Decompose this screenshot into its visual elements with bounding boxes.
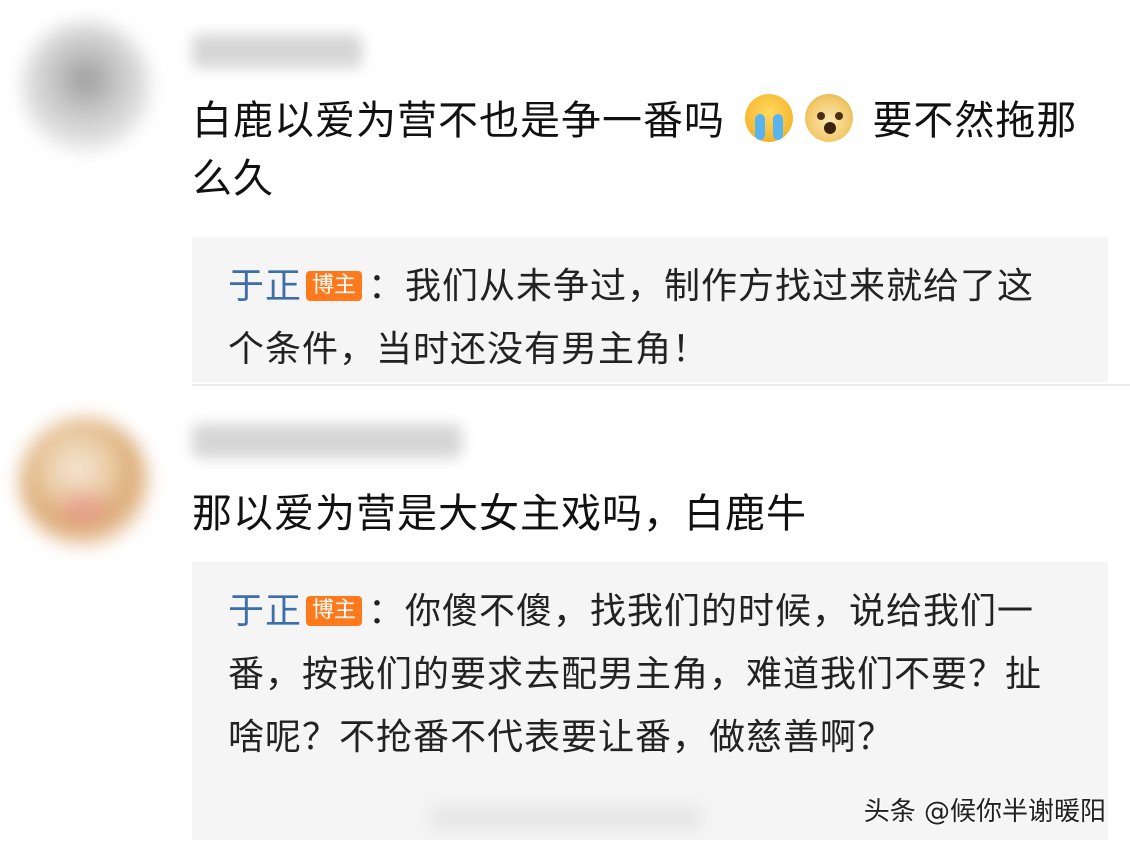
crying-face-icon: [744, 94, 793, 142]
reply-content: 于正 博主 ：我们从未争过，制作方找过来就给了这个条件，当时还没有男主角！: [228, 255, 1068, 381]
avatar[interactable]: [22, 22, 150, 150]
comment-divider: [192, 384, 1130, 386]
username-blurred[interactable]: [192, 34, 362, 68]
comment-text: 那以爱为营是大女主戏吗，白鹿牛: [192, 491, 807, 537]
reply-content: 于正 博主 ：你傻不傻，找我们的时候，说给我们一番，按我们的要求去配男主角，难道我们…: [228, 580, 1068, 769]
doge-icon: [804, 94, 853, 142]
watermark: 头条 @候你半谢暖阳: [863, 797, 1106, 827]
blogger-badge: 博主: [306, 596, 363, 626]
reply-box[interactable]: 于正 博主 ：我们从未争过，制作方找过来就给了这个条件，当时还没有男主角！: [192, 237, 1108, 382]
avatar[interactable]: [20, 418, 148, 546]
comment-text: 白鹿以爱为营不也是争一番吗 要不然拖那么久: [192, 92, 1092, 208]
username-blurred[interactable]: [192, 424, 462, 458]
blogger-badge: 博主: [306, 271, 363, 301]
reply-author-name[interactable]: 于正: [228, 266, 302, 307]
comment-text-part: 白鹿以爱为营不也是争一番吗: [192, 98, 725, 144]
reply-author-name[interactable]: 于正: [228, 591, 302, 632]
blurred-text-strip: [430, 806, 700, 830]
